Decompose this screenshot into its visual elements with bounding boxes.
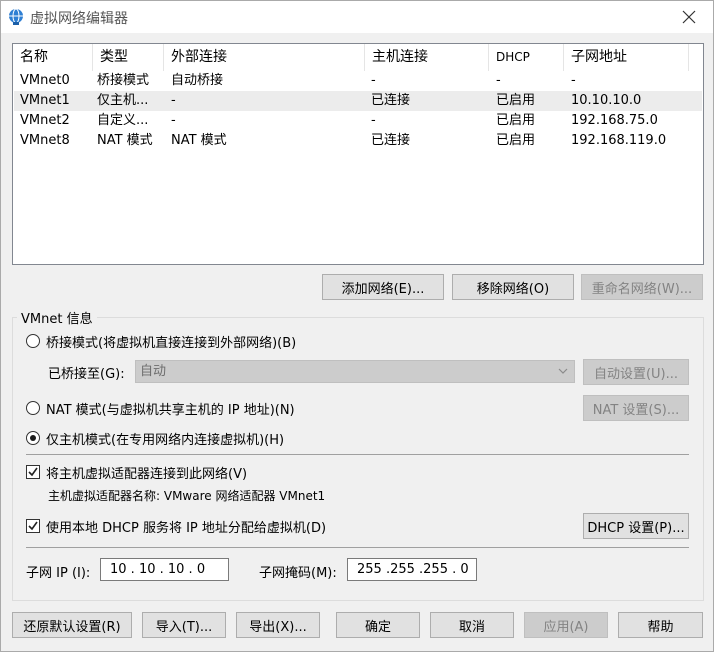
column-header-name[interactable]: 名称 <box>13 44 93 71</box>
network-globe-icon <box>9 8 23 25</box>
dhcp-checkbox[interactable] <box>26 519 40 533</box>
column-header-host[interactable]: 主机连接 <box>365 44 489 71</box>
apply-button[interactable]: 应用(A) <box>524 612 608 638</box>
table-row[interactable]: VMnet2 自定义... - - 已启用 192.168.75.0 <box>14 111 702 131</box>
cell-dhcp: 已启用 <box>496 133 536 148</box>
cell-subnet: 10.10.10.0 <box>571 93 642 108</box>
network-list-table[interactable]: 名称 类型 外部连接 主机连接 DHCP 子网地址 VMnet0 桥接模式 自动… <box>12 43 704 265</box>
checkmark-icon <box>28 521 38 531</box>
cell-dhcp: 已启用 <box>496 113 536 128</box>
column-header-external[interactable]: 外部连接 <box>164 44 365 71</box>
help-button[interactable]: 帮助 <box>618 612 703 638</box>
cell-subnet: - <box>571 73 576 88</box>
vmnet-info-legend: VMnet 信息 <box>17 308 97 327</box>
restore-defaults-button[interactable]: 还原默认设置(R) <box>12 612 132 638</box>
window-title: 虚拟网络编辑器 <box>30 11 128 27</box>
auto-settings-button[interactable]: 自动设置(U)... <box>583 359 689 385</box>
dhcp-label[interactable]: 使用本地 DHCP 服务将 IP 地址分配给虚拟机(D) <box>46 517 326 536</box>
nat-mode-radio[interactable] <box>26 401 40 415</box>
cell-host: - <box>371 113 376 128</box>
bridged-to-label: 已桥接至(G): <box>48 367 125 382</box>
cell-external: - <box>171 113 176 128</box>
cancel-button[interactable]: 取消 <box>430 612 514 638</box>
close-button[interactable] <box>671 3 707 31</box>
rename-network-button[interactable]: 重命名网络(W)... <box>581 274 703 300</box>
virtual-network-editor-window: 虚拟网络编辑器 名称 类型 外部连接 主机连接 DHCP 子网地址 VMnet0… <box>0 0 714 652</box>
cell-external: - <box>171 93 176 108</box>
adapter-name-text: 主机虚拟适配器名称: VMware 网络适配器 VMnet1 <box>48 489 326 503</box>
title-bar: 虚拟网络编辑器 <box>1 1 713 33</box>
column-header-dhcp[interactable]: DHCP <box>489 44 564 71</box>
column-header-subnet[interactable]: 子网地址 <box>564 44 689 71</box>
cell-dhcp: - <box>496 73 501 88</box>
table-row[interactable]: VMnet8 NAT 模式 NAT 模式 已连接 已启用 192.168.119… <box>14 131 702 151</box>
ok-button[interactable]: 确定 <box>336 612 420 638</box>
subnet-mask-label: 子网掩码(M): <box>259 566 337 581</box>
cell-type: NAT 模式 <box>97 133 153 148</box>
import-button[interactable]: 导入(T)... <box>142 612 226 638</box>
cell-external: 自动桥接 <box>171 73 224 88</box>
divider <box>26 547 689 548</box>
cell-subnet: 192.168.75.0 <box>571 113 658 128</box>
cell-name: VMnet0 <box>20 73 70 88</box>
nat-mode-label[interactable]: NAT 模式(与虚拟机共享主机的 IP 地址)(N) <box>46 399 295 418</box>
cell-name: VMnet2 <box>20 113 70 128</box>
chevron-down-icon <box>558 368 568 374</box>
bridge-mode-label[interactable]: 桥接模式(将虚拟机直接连接到外部网络)(B) <box>46 332 296 351</box>
remove-network-button[interactable]: 移除网络(O) <box>452 274 574 300</box>
cell-type: 自定义... <box>97 113 149 128</box>
subnet-mask-input[interactable]: 255 .255 .255 . 0 <box>347 558 477 581</box>
nat-settings-button[interactable]: NAT 设置(S)... <box>583 395 689 421</box>
cell-host: 已连接 <box>371 133 411 148</box>
bridged-to-select[interactable]: 自动 <box>135 360 575 383</box>
cell-host: 已连接 <box>371 93 411 108</box>
dhcp-settings-button[interactable]: DHCP 设置(P)... <box>583 513 689 539</box>
host-only-mode-label[interactable]: 仅主机模式(在专用网络内连接虚拟机)(H) <box>46 429 284 448</box>
connect-adapter-label[interactable]: 将主机虚拟适配器连接到此网络(V) <box>46 463 247 482</box>
cell-name: VMnet1 <box>20 93 70 108</box>
checkmark-icon <box>28 467 38 477</box>
bridged-to-value: 自动 <box>140 364 167 379</box>
subnet-ip-input[interactable]: 10 . 10 . 10 . 0 <box>100 558 229 581</box>
cell-type: 仅主机... <box>97 93 149 108</box>
bridge-mode-radio[interactable] <box>26 334 40 348</box>
connect-adapter-checkbox[interactable] <box>26 465 40 479</box>
subnet-ip-label: 子网 IP (I): <box>26 566 91 581</box>
table-row[interactable]: VMnet0 桥接模式 自动桥接 - - - <box>14 71 702 91</box>
close-icon <box>682 10 696 24</box>
divider <box>26 454 689 455</box>
export-button[interactable]: 导出(X)... <box>236 612 320 638</box>
table-row[interactable]: VMnet1 仅主机... - 已连接 已启用 10.10.10.0 <box>14 91 702 111</box>
host-only-mode-radio[interactable] <box>26 431 40 445</box>
cell-host: - <box>371 73 376 88</box>
cell-external: NAT 模式 <box>171 133 227 148</box>
cell-subnet: 192.168.119.0 <box>571 133 667 148</box>
add-network-button[interactable]: 添加网络(E)... <box>322 274 444 300</box>
column-header-type[interactable]: 类型 <box>93 44 164 71</box>
cell-type: 桥接模式 <box>97 73 150 88</box>
cell-name: VMnet8 <box>20 133 70 148</box>
cell-dhcp: 已启用 <box>496 93 536 108</box>
